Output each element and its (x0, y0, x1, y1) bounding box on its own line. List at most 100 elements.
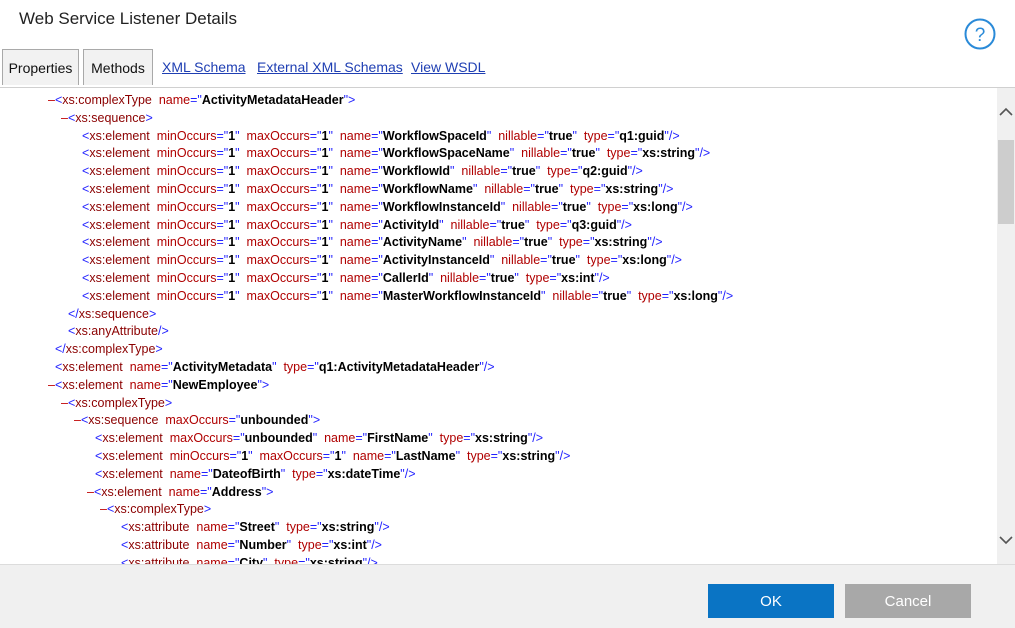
xml-quote: =" (661, 288, 674, 303)
xml-attribute-name: minOccurs (149, 182, 217, 196)
xml-attribute-name: nillable (545, 288, 592, 303)
xml-attribute-name: nillable (454, 164, 501, 179)
xml-tag-name: xs:attribute (128, 555, 190, 564)
collapse-toggle-icon[interactable]: – (100, 502, 107, 516)
xml-tag-name: xs:sequence (75, 110, 146, 125)
xml-attribute-name: maxOccurs (252, 449, 323, 463)
xml-attribute-name: maxOccurs (239, 199, 310, 214)
xml-line: </xs:sequence> (68, 305, 156, 323)
xml-quote: =" (228, 413, 241, 428)
xml-attribute-value: unbounded (240, 413, 309, 428)
xml-attribute-value: q1:guid (619, 128, 665, 143)
xml-attribute-name: maxOccurs (239, 288, 310, 303)
collapse-toggle-icon[interactable]: – (87, 485, 94, 499)
svg-text:?: ? (975, 25, 986, 46)
xml-attribute-name: nillable (491, 128, 538, 143)
xml-attribute-value: unbounded (244, 431, 313, 446)
xml-bracket: /> (158, 324, 169, 339)
xml-bracket: /> (371, 538, 382, 552)
xml-attribute-value: ActivityMetadataHeader (201, 93, 344, 107)
cancel-button[interactable]: Cancel (845, 584, 971, 618)
scrollbar-thumb[interactable] (998, 140, 1014, 224)
xml-quote: =" (371, 235, 383, 250)
xml-bracket: > (145, 110, 153, 125)
xml-attribute-name: maxOccurs (239, 182, 310, 196)
collapse-toggle-icon[interactable]: – (48, 378, 55, 392)
xml-attribute-name: type (631, 288, 662, 303)
xml-attribute-name: name (332, 128, 372, 143)
xml-quote: =" (322, 449, 335, 463)
xml-line: <xs:element minOccurs="1" maxOccurs="1" … (82, 216, 632, 234)
tab-external-xml-schemas[interactable]: External XML Schemas (257, 59, 403, 75)
xml-quote: =" (537, 128, 549, 143)
ok-button[interactable]: OK (708, 584, 834, 618)
xml-attribute-value: true (571, 146, 596, 161)
scroll-up-icon[interactable] (997, 102, 1015, 122)
xml-attribute-value: Number (239, 538, 287, 552)
tab-properties[interactable]: Properties (2, 49, 79, 85)
xml-tag-name: xs:sequence (78, 306, 149, 321)
xml-tag-name: xs:element (102, 449, 163, 463)
xml-quote: =" (371, 128, 383, 143)
xml-schema-viewer[interactable]: –<xs:complexType name="ActivityMetadataH… (0, 88, 997, 564)
xml-quote: =" (371, 253, 383, 268)
xml-quote: =" (549, 271, 562, 285)
xml-bracket: /> (662, 182, 674, 196)
tab-bar: Properties Methods XML Schema External X… (2, 49, 1012, 87)
xml-quote: =" (309, 128, 322, 143)
xml-attribute-value: WorkflowSpaceName (382, 146, 510, 161)
tab-methods[interactable]: Methods (83, 49, 153, 85)
xml-attribute-name: type (576, 128, 608, 143)
xml-attribute-value: true (535, 182, 559, 196)
xml-attribute-name: name (151, 93, 191, 107)
xml-quote: =" (309, 182, 322, 196)
xml-quote: =" (227, 555, 240, 564)
xml-line: –<xs:sequence maxOccurs="unbounded"> (74, 411, 320, 429)
xml-attribute-name: name (332, 235, 372, 250)
xml-tag-name: xs:complexType (75, 395, 165, 410)
collapse-toggle-icon[interactable]: – (74, 413, 81, 427)
xml-attribute-value: ActivityMetadata (172, 360, 273, 374)
xml-line: <xs:anyAttribute/> (68, 322, 169, 340)
scroll-down-icon[interactable] (997, 530, 1015, 550)
xml-quote: =" (315, 466, 328, 481)
xml-bracket: > (261, 377, 270, 392)
xml-bracket: /> (483, 360, 495, 374)
xml-quote: =" (621, 199, 634, 214)
xml-attribute-name: name (332, 253, 372, 268)
xml-bracket: </ (55, 342, 66, 357)
xml-attribute-name: nillable (477, 182, 524, 196)
tab-xml-schema[interactable]: XML Schema (162, 59, 246, 75)
xml-quote: =" (309, 520, 322, 535)
xml-line: <xs:attribute name="Number" type="xs:int… (121, 536, 382, 554)
collapse-toggle-icon[interactable]: – (61, 396, 68, 410)
xml-attribute-value: xs:string (605, 182, 659, 196)
xml-tag-name: xs:element (89, 271, 150, 285)
xml-attribute-name: maxOccurs (239, 146, 310, 161)
collapse-toggle-icon[interactable]: – (48, 93, 55, 107)
xml-quote: =" (490, 449, 503, 463)
xml-quote: =" (309, 253, 322, 268)
xml-quote: =" (321, 538, 334, 552)
xml-attribute-name: type (563, 182, 594, 196)
xml-line: <xs:element minOccurs="1" maxOccurs="1" … (82, 251, 682, 269)
help-icon[interactable]: ? (964, 18, 996, 50)
xml-quote: =" (570, 164, 583, 179)
collapse-toggle-icon[interactable]: – (61, 111, 68, 125)
xml-bracket: > (164, 395, 173, 410)
xml-attribute-name: maxOccurs (239, 217, 310, 232)
xml-tag-name: xs:element (89, 164, 150, 179)
xml-quote: =" (216, 235, 229, 250)
xml-quote: =" (371, 199, 383, 214)
xml-quote: =" (371, 288, 383, 303)
xml-attribute-value: ActivityName (382, 235, 463, 250)
xml-bracket: /> (378, 520, 390, 535)
xml-attribute-name: maxOccurs (239, 271, 310, 285)
xml-attribute-name: minOccurs (149, 253, 217, 268)
xml-attribute-value: true (548, 128, 573, 143)
tab-view-wsdl[interactable]: View WSDL (411, 59, 485, 75)
xml-bracket: > (148, 306, 157, 321)
vertical-scrollbar[interactable] (997, 88, 1015, 564)
xml-attribute-value: true (603, 288, 627, 303)
xml-attribute-name: maxOccurs (239, 164, 310, 179)
